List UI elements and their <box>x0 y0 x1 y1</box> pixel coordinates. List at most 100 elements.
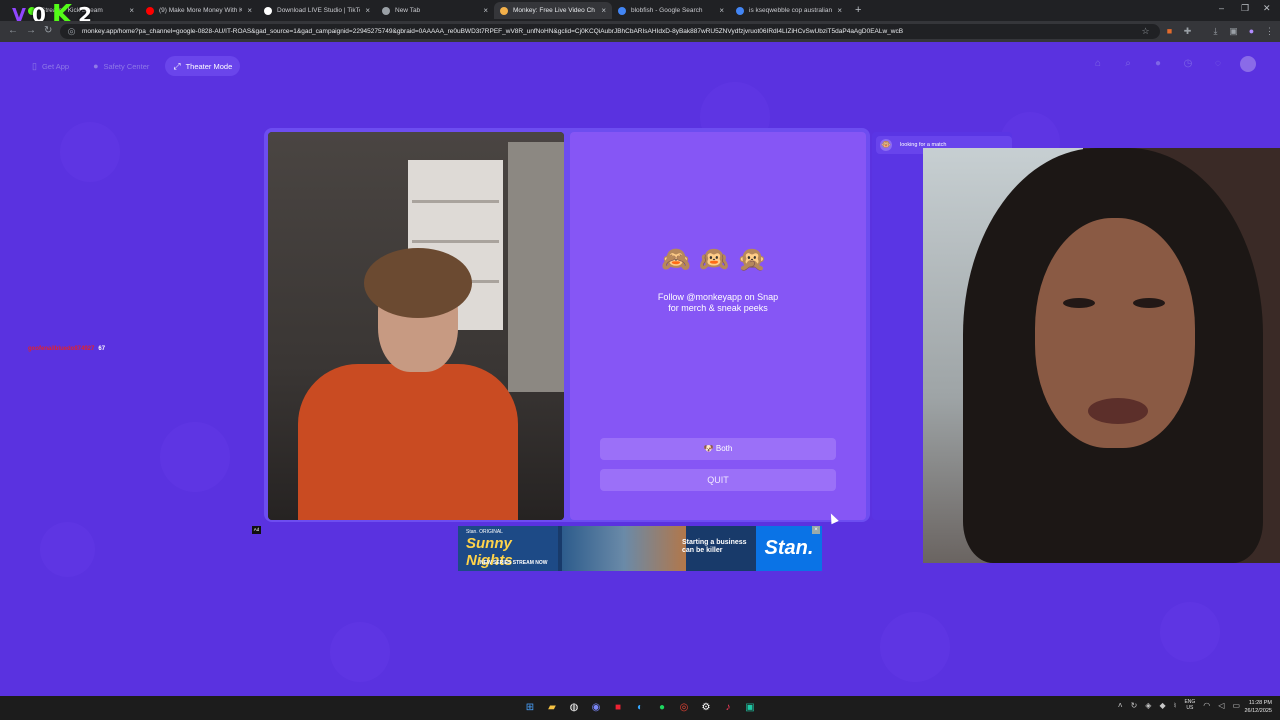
theater-mode-label: Theater Mode <box>185 61 233 71</box>
coin-icon[interactable]: ● <box>1150 56 1166 72</box>
ad-close-icon[interactable]: × <box>812 526 820 534</box>
close-tab-icon[interactable]: × <box>837 6 842 15</box>
minimize-icon[interactable]: – <box>1219 3 1224 13</box>
file-explorer-icon[interactable]: ▰ <box>544 700 560 716</box>
theater-mode-button[interactable]: ⤢ Theater Mode <box>165 56 241 76</box>
reload-icon[interactable]: ↻ <box>44 25 52 36</box>
network-app-icon[interactable]: ◈ <box>1145 701 1151 710</box>
obs-icon[interactable]: ■ <box>610 700 626 716</box>
video-door <box>508 142 564 392</box>
promo-line-1: Follow @monkeyapp on Snap <box>657 292 779 302</box>
monkey-emoji-icon: 🙈🙉🙊 <box>661 245 775 273</box>
chrome-icon[interactable]: ◎ <box>676 700 692 716</box>
background-blob <box>880 612 950 682</box>
close-tab-icon[interactable]: × <box>719 6 724 15</box>
tab-monkey[interactable]: Monkey: Free Live Video Ch × <box>494 2 612 19</box>
extensions-puzzle-icon[interactable]: ✚ <box>1182 26 1193 37</box>
close-window-icon[interactable]: ✕ <box>1263 3 1271 14</box>
tab-new-tab[interactable]: New Tab × <box>376 2 494 19</box>
ad-image <box>562 526 686 571</box>
profile-avatar[interactable]: ● <box>1246 26 1257 37</box>
tab-title: Download LIVE Studio | TikTok <box>277 7 361 14</box>
tab-blobfish-search[interactable]: blobfish - Google Search × <box>612 2 730 19</box>
background-blob <box>160 422 230 492</box>
close-tab-icon[interactable]: × <box>365 6 370 15</box>
ad-banner[interactable]: Stan. ORIGINAL Sunny Nights NEW SERIES S… <box>458 526 822 571</box>
google-favicon-icon <box>618 6 626 15</box>
shop-icon[interactable]: ⌂ <box>1090 56 1106 72</box>
safety-center-button[interactable]: ● Safety Center <box>85 56 157 76</box>
background-blob <box>60 122 120 182</box>
chat-username: goofenailbluedo874927 <box>28 346 95 352</box>
chat-message: goofenailbluedo874927 67 <box>28 346 105 352</box>
shield-icon: ● <box>93 61 99 71</box>
monkey-avatar-icon: 🐵 <box>880 139 892 151</box>
close-tab-icon[interactable]: × <box>129 6 134 15</box>
ad-tagline-2: can be killer <box>682 547 723 554</box>
clock-date: 26/12/2025 <box>1244 708 1272 714</box>
tab-google-search-2[interactable]: is kseqwebble cop australian - ( × <box>730 2 848 19</box>
wifi-icon[interactable]: ◠ <box>1203 701 1210 710</box>
tray-expand-icon[interactable]: ˄ <box>1118 701 1123 710</box>
tab-title: blobfish - Google Search <box>631 7 703 14</box>
browser-tab-strip: Stream - Kick Stream × (9) Make More Mon… <box>0 0 1280 21</box>
restore-icon[interactable]: ❐ <box>1241 3 1249 14</box>
streamer-webcam-overlay <box>923 148 1280 563</box>
gender-filter-both-button[interactable]: 🐶 Both <box>600 438 836 460</box>
background-blob <box>330 622 390 682</box>
tab-title: (9) Make More Money With Ki <box>159 7 243 14</box>
new-tab-plus-icon[interactable]: + <box>855 4 861 16</box>
shield-icon[interactable]: ◆ <box>1159 701 1165 710</box>
user-avatar[interactable] <box>1240 56 1256 72</box>
download-icon[interactable]: ⤓ <box>1210 26 1221 37</box>
chat-icon[interactable]: ◌ <box>1210 56 1226 72</box>
close-tab-icon[interactable]: × <box>601 6 606 15</box>
forward-icon[interactable]: → <box>26 25 36 36</box>
clock[interactable]: 11:28 PM 26/12/2025 <box>1244 699 1272 715</box>
close-tab-icon[interactable]: × <box>483 6 488 15</box>
bookmark-star-icon[interactable]: ☆ <box>1140 26 1151 37</box>
tab-search-icon[interactable]: ▣ <box>1228 26 1239 37</box>
promo-line-2: for merch & sneak peeks <box>668 303 768 313</box>
quit-button[interactable]: QUIT <box>600 469 836 491</box>
ad-title-block: Stan. ORIGINAL Sunny Nights NEW SERIES S… <box>458 526 558 571</box>
taskbar-apps: ⊞ ▰ ◍ ◉ ■ ◐ ● ◎ ⚙ ♪ ▣ <box>522 700 758 716</box>
get-app-button[interactable]: ▯ Get App <box>24 56 77 76</box>
windows-start-icon[interactable]: ⊞ <box>522 700 538 716</box>
tab-tiktok-live-studio[interactable]: Download LIVE Studio | TikTok × <box>258 2 376 19</box>
edge-icon[interactable]: ◐ <box>632 700 648 716</box>
mouse-app-icon[interactable]: ◍ <box>566 700 582 716</box>
header-actions: ⌂ ⌕ ● ◷ ◌ <box>1090 56 1256 72</box>
google-favicon-icon <box>736 6 744 15</box>
spotify-icon[interactable]: ● <box>654 700 670 716</box>
background-blob <box>1160 602 1220 662</box>
close-tab-icon[interactable]: × <box>247 6 252 15</box>
microphone-icon[interactable]: ♮ <box>1174 701 1177 710</box>
search-icon[interactable]: ⌕ <box>1120 56 1136 72</box>
video-person-hair <box>364 248 472 318</box>
tiktok-studio-icon[interactable]: ♪ <box>720 700 736 716</box>
clock-time: 11:28 PM <box>1248 700 1272 706</box>
url-bar[interactable]: ◎ monkey.app/home?pa_channel=google-0828… <box>60 24 1160 39</box>
ad-tagline-1: Starting a business <box>682 539 747 546</box>
top-nav: ▯ Get App ● Safety Center ⤢ Theater Mode <box>24 56 241 76</box>
language-indicator[interactable]: ENG US <box>1184 699 1195 711</box>
ad-subtitle: NEW SERIES STREAM NOW <box>480 560 548 566</box>
discord-icon[interactable]: ◉ <box>588 700 604 716</box>
battery-icon[interactable]: ▭ <box>1232 701 1240 710</box>
safety-center-label: Safety Center <box>103 61 150 71</box>
tab-title: New Tab <box>395 7 421 14</box>
webcam-eye <box>1063 298 1095 308</box>
extension-icon[interactable]: ■ <box>1164 26 1175 37</box>
settings-gear-icon[interactable]: ⚙ <box>698 700 714 716</box>
chat-count: 67 <box>98 346 106 352</box>
history-icon[interactable]: ◷ <box>1180 56 1196 72</box>
volume-icon[interactable]: ◁ <box>1218 701 1224 710</box>
browser-menu-icon[interactable]: ⋮ <box>1264 26 1275 37</box>
tab-make-more-money[interactable]: (9) Make More Money With Ki × <box>140 2 258 19</box>
back-icon[interactable]: ← <box>8 25 18 36</box>
tab-title: Monkey: Free Live Video Ch <box>513 7 595 14</box>
sync-icon[interactable]: ↻ <box>1131 701 1138 710</box>
app-icon[interactable]: ▣ <box>742 700 758 716</box>
site-info-icon[interactable]: ◎ <box>66 26 77 37</box>
